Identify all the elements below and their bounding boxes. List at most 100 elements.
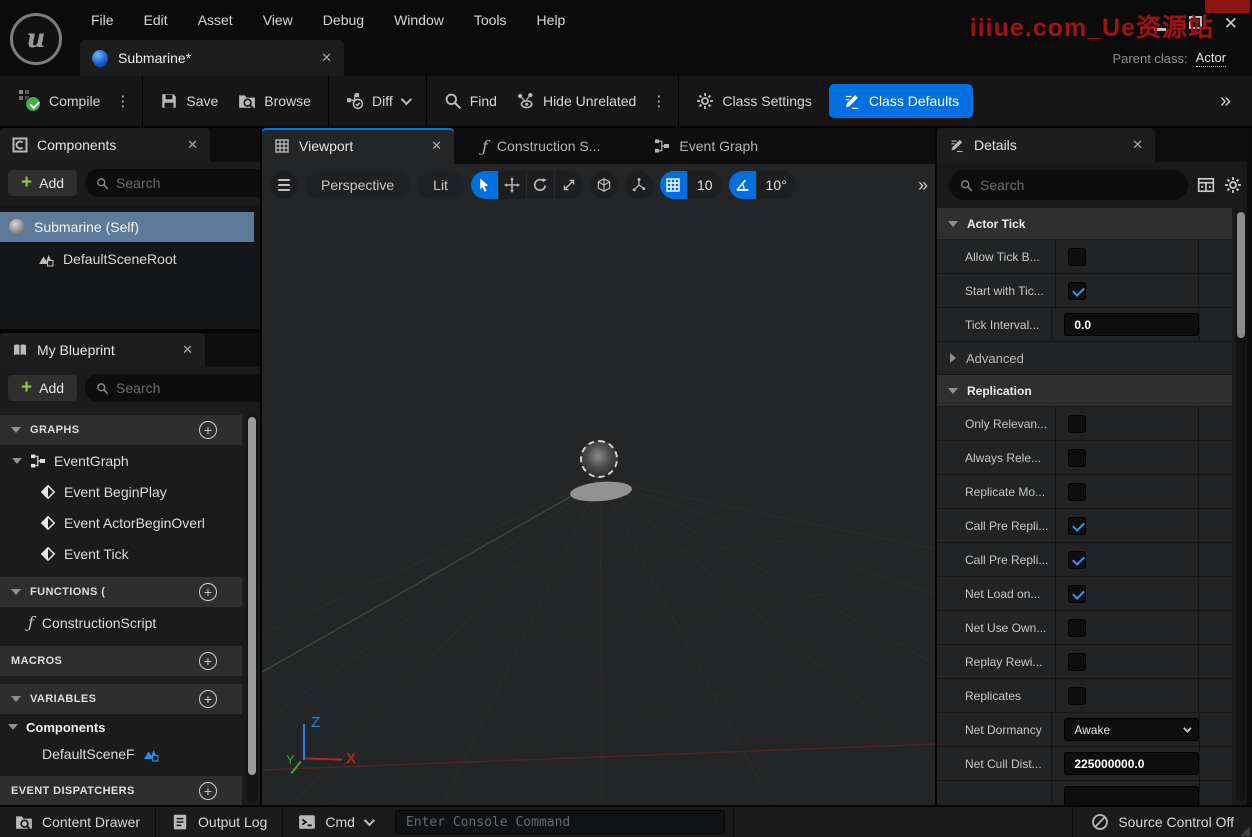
event-graph-tab[interactable]: Event Graph [642,128,770,164]
my-blueprint-add-button[interactable]: + Add [8,375,78,401]
browse-button[interactable]: Browse [229,85,320,117]
checkbox[interactable] [1068,516,1086,535]
viewport-tab[interactable]: Viewport ✕ [262,128,454,164]
menu-debug[interactable]: Debug [308,12,379,28]
macros-section-header[interactable]: MACROS + [0,646,242,676]
menu-edit[interactable]: Edit [129,12,183,28]
variables-section-header[interactable]: VARIABLES + [0,684,242,714]
class-defaults-button[interactable]: Class Defaults [828,84,974,118]
menu-window[interactable]: Window [379,12,459,28]
checkbox[interactable] [1068,618,1086,637]
diff-button[interactable]: Diff [337,85,418,117]
perspective-selector[interactable]: Perspective [305,171,411,199]
checkbox[interactable] [1068,247,1086,266]
menu-view[interactable]: View [248,12,308,28]
menu-asset[interactable]: Asset [183,12,248,28]
my-blueprint-tab[interactable]: My Blueprint ✕ [0,333,205,367]
scrollbar-thumb[interactable] [1237,212,1245,338]
net-dormancy-dropdown[interactable]: Awake [1064,718,1200,741]
variable-default-scene-root-row[interactable]: DefaultSceneF [0,740,242,768]
viewport-options-menu-button[interactable] [270,171,298,199]
checkbox[interactable] [1068,281,1086,300]
my-blueprint-search[interactable] [85,374,260,402]
my-blueprint-close-icon[interactable]: ✕ [182,342,193,358]
tick-interval-input[interactable] [1064,313,1200,336]
scale-tool-button[interactable] [555,171,583,199]
event-tick-row[interactable]: Event Tick [0,538,242,569]
viewport-toolbar-overflow-button[interactable]: » [918,175,929,196]
add-variable-button[interactable]: + [199,690,217,708]
content-drawer-button[interactable]: Content Drawer [0,806,157,837]
menu-file[interactable]: File [76,12,129,28]
hide-unrelated-button[interactable]: Hide Unrelated [508,85,645,117]
section-replication[interactable]: Replication [937,375,1232,407]
resize-grip[interactable] [1240,826,1250,836]
asset-tab-close-icon[interactable]: ✕ [321,50,332,66]
hide-unrelated-options-menu[interactable]: ⋮ [647,92,670,110]
rotate-tool-button[interactable] [527,171,555,199]
compile-options-menu[interactable]: ⋮ [111,92,134,110]
select-tool-button[interactable] [470,171,499,199]
construction-script-row[interactable]: ƒ ConstructionScript [0,607,242,638]
class-settings-button[interactable]: Class Settings [687,85,820,117]
clipped-input[interactable] [1064,786,1200,805]
graphs-section-header[interactable]: GRAPHS + [0,415,242,445]
event-actorbeginoverlap-row[interactable]: Event ActorBeginOverl [0,507,242,538]
details-search-input[interactable] [980,177,1177,193]
rotation-snap-toggle-button[interactable] [728,171,757,199]
advanced-expander[interactable]: Advanced [937,342,1232,375]
checkbox[interactable] [1068,584,1086,603]
details-close-icon[interactable]: ✕ [1132,137,1143,153]
variables-components-category[interactable]: Components [0,714,242,740]
tree-row-default-scene-root[interactable]: DefaultSceneRoot [0,244,260,274]
move-tool-button[interactable] [499,171,527,199]
parent-class-link[interactable]: Actor [1195,50,1226,67]
details-scrollbar[interactable] [1236,212,1246,801]
menu-help[interactable]: Help [522,12,581,28]
details-search[interactable] [949,170,1188,200]
grid-snap-toggle-button[interactable] [659,171,688,199]
save-button[interactable]: Save [151,85,227,117]
my-blueprint-scrollbar[interactable] [246,415,258,803]
viewport-3d[interactable]: Z X Y Perspective Lit 10 10° » [262,164,935,805]
components-search[interactable] [85,169,260,197]
event-dispatchers-section-header[interactable]: EVENT DISPATCHERS + [0,776,242,805]
console-command-input[interactable] [394,810,725,834]
add-graph-button[interactable]: + [199,421,217,439]
actor-sprite-icon[interactable] [580,440,618,478]
toolbar-overflow-button[interactable]: » [1220,90,1242,113]
world-space-toggle-button[interactable] [589,171,618,199]
compile-button[interactable]: Compile [10,83,109,119]
checkbox[interactable] [1068,448,1086,467]
net-cull-distance-input[interactable] [1064,752,1200,775]
functions-section-header[interactable]: FUNCTIONS ( + [0,577,242,607]
rotation-snap-value-button[interactable]: 10° [757,171,796,199]
asset-tab-submarine[interactable]: Submarine* ✕ [80,40,344,76]
components-search-input[interactable] [116,175,260,191]
components-close-icon[interactable]: ✕ [187,137,198,153]
checkbox[interactable] [1068,652,1086,671]
components-tab[interactable]: Components ✕ [0,128,210,162]
checkbox[interactable] [1068,482,1086,501]
output-log-button[interactable]: Output Log [156,806,284,837]
viewport-tab-close-icon[interactable]: ✕ [431,138,442,154]
tree-row-submarine-self[interactable]: Submarine (Self) [0,212,254,242]
my-blueprint-search-input[interactable] [116,380,260,396]
eventgraph-row[interactable]: EventGraph [0,445,242,476]
find-button[interactable]: Find [435,85,506,117]
cmd-selector[interactable]: Cmd [283,806,387,837]
event-beginplay-row[interactable]: Event BeginPlay [0,476,242,507]
surface-snapping-button[interactable] [624,171,653,199]
checkbox[interactable] [1068,550,1086,569]
checkbox[interactable] [1068,686,1086,705]
grid-snap-value-button[interactable]: 10 [688,171,722,199]
menu-tools[interactable]: Tools [459,12,522,28]
components-add-button[interactable]: + Add [8,170,78,196]
checkbox[interactable] [1068,414,1086,433]
add-function-button[interactable]: + [199,583,217,601]
add-macro-button[interactable]: + [199,652,217,670]
lit-mode-selector[interactable]: Lit [417,171,464,199]
construction-script-tab[interactable]: ƒ Construction S... [470,128,612,164]
source-control-button[interactable]: Source Control Off [1072,806,1252,837]
details-tab[interactable]: Details ✕ [937,128,1155,162]
